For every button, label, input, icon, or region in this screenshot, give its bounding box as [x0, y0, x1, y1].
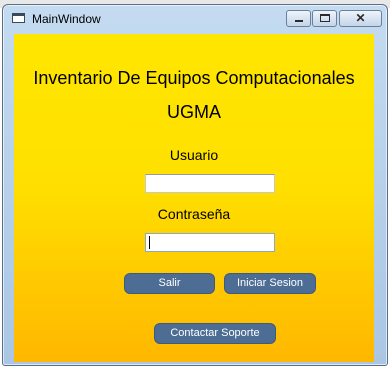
- login-button[interactable]: Iniciar Sesion: [224, 273, 316, 294]
- exit-button[interactable]: Salir: [124, 273, 215, 294]
- username-input[interactable]: [145, 174, 275, 193]
- app-subheading: UGMA: [167, 102, 221, 122]
- minimize-icon: [295, 20, 303, 22]
- close-button[interactable]: ✕: [339, 10, 382, 27]
- maximize-icon: [320, 14, 330, 22]
- main-window: MainWindow ✕ Inventario De Equipos Compu…: [2, 4, 388, 366]
- title-bar[interactable]: MainWindow ✕: [3, 5, 387, 32]
- password-label: Contraseña: [157, 206, 231, 222]
- text-caret: [149, 236, 150, 249]
- window-title: MainWindow: [32, 12, 101, 26]
- contact-support-button[interactable]: Contactar Soporte: [154, 323, 276, 344]
- minimize-button[interactable]: [286, 10, 311, 27]
- close-icon: ✕: [355, 11, 366, 25]
- login-form: Inventario De Equipos Computacionales UG…: [14, 34, 374, 362]
- password-input[interactable]: [145, 233, 275, 252]
- window-app-icon: [12, 13, 25, 23]
- caption-buttons: ✕: [285, 10, 382, 27]
- app-heading: Inventario De Equipos Computacionales: [33, 68, 355, 88]
- maximize-button[interactable]: [312, 10, 337, 27]
- username-label: Usuario: [169, 147, 219, 163]
